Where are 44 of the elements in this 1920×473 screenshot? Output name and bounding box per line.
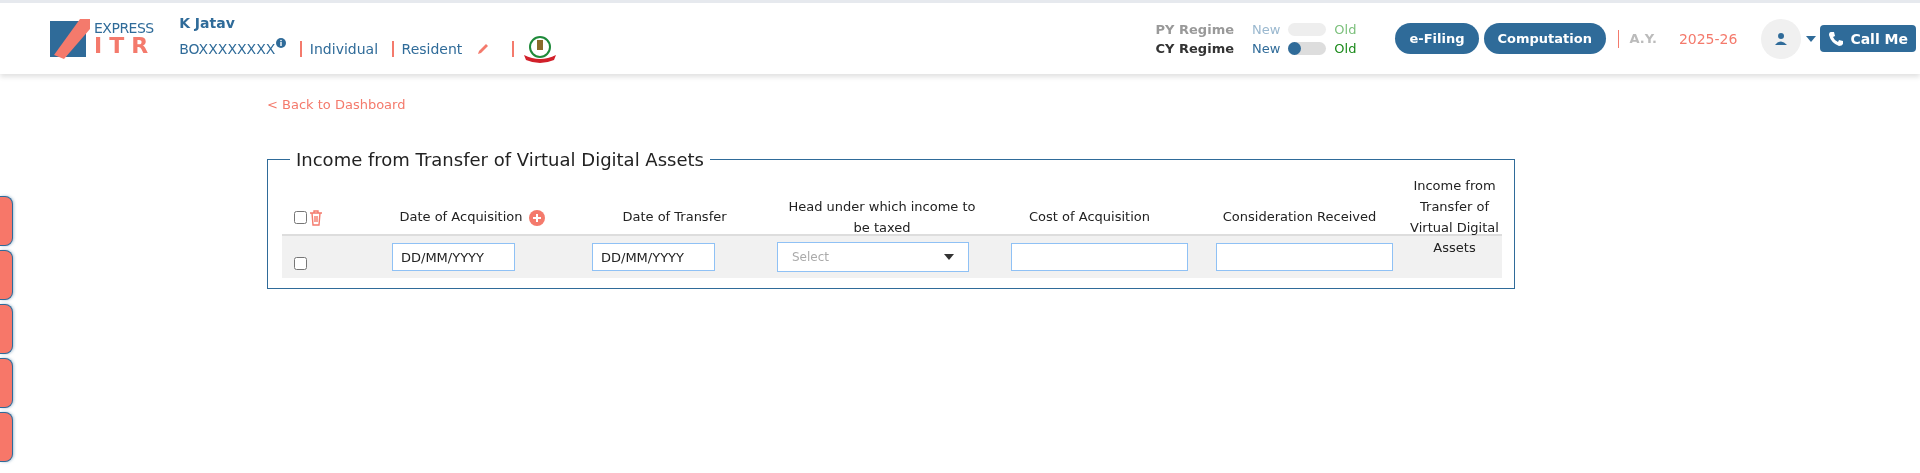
old-option-label: Old <box>1334 40 1357 56</box>
emblem-icon <box>521 34 558 63</box>
phone-icon <box>1828 30 1845 47</box>
date-field[interactable]: DD/MM/YYYY <box>392 243 515 271</box>
column-header: Date of Transfer <box>622 208 727 227</box>
section-title: Income from Transfer of Virtual Digital Assets <box>295 149 705 170</box>
nav-button[interactable]: Computation <box>1483 23 1606 54</box>
select-all-checkbox[interactable] <box>294 211 307 225</box>
column-header: Head under which income to be taxed <box>787 197 977 237</box>
regime-label: PY Regime <box>1154 21 1234 37</box>
assessment-year-label: A.Y. <box>1629 31 1657 46</box>
date-field[interactable]: DD/MM/YYYY <box>592 243 715 271</box>
user-name: K Jatav <box>179 14 236 31</box>
column-header: Date of Acquisition <box>399 208 523 227</box>
row-checkbox[interactable] <box>294 256 307 270</box>
logo-icon <box>50 18 90 59</box>
logo-text: ITR <box>94 34 156 57</box>
column-header: Consideration Received <box>1222 208 1377 227</box>
regime-toggle[interactable] <box>1288 41 1327 55</box>
trash-icon[interactable] <box>309 209 323 226</box>
side-tab-button[interactable] <box>0 304 13 354</box>
residency-status: Resident <box>401 40 463 57</box>
edit-icon[interactable] <box>476 41 491 56</box>
side-tab-button[interactable] <box>0 250 13 300</box>
old-option-label: Old <box>1334 21 1357 37</box>
taxpayer-category: Individual <box>309 40 379 57</box>
call-me-button[interactable]: Call Me <box>1820 25 1916 52</box>
consideration-input-field[interactable] <box>1216 243 1393 271</box>
side-tab-button[interactable] <box>0 412 13 462</box>
cost-input-field[interactable] <box>1011 243 1188 271</box>
column-header: Income from Transfer of Virtual Digital Assets <box>1409 177 1500 258</box>
nav-button[interactable]: e-Filing <box>1395 23 1479 54</box>
logo-text: EXPRESS <box>94 20 155 35</box>
new-option-label: New <box>1252 21 1281 37</box>
column-header: Cost of Acquisition <box>1029 208 1150 227</box>
new-option-label: New <box>1252 40 1281 56</box>
side-tab-button[interactable] <box>0 358 13 408</box>
regime-label: CY Regime <box>1154 40 1234 56</box>
caret-icon <box>944 254 954 260</box>
add-icon[interactable] <box>528 209 545 226</box>
info-icon[interactable] <box>276 37 287 48</box>
side-tab-button[interactable] <box>0 196 13 246</box>
pan-number: BOXXXXXXXX <box>179 40 276 57</box>
caret-icon[interactable] <box>1806 35 1817 42</box>
